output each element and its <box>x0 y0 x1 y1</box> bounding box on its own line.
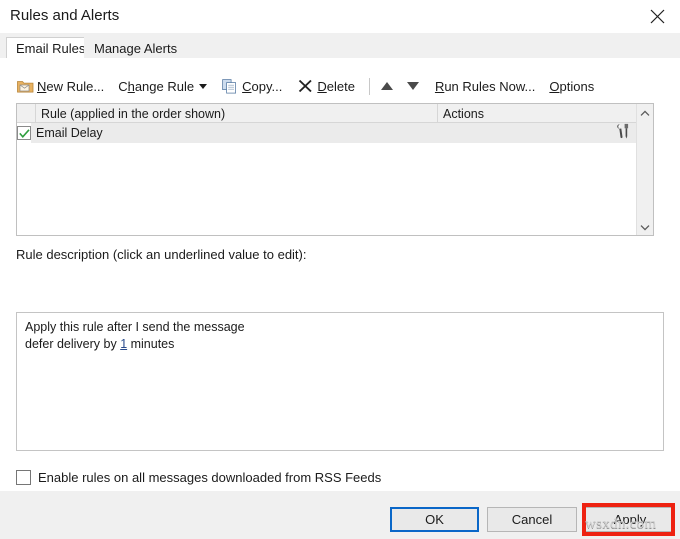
column-header-checkbox <box>17 104 36 123</box>
change-rule-button[interactable]: Change Rule <box>118 74 207 98</box>
close-button[interactable] <box>634 0 680 33</box>
rules-list-body: Email Delay <box>17 123 636 235</box>
copy-button[interactable]: Copy... <box>221 74 282 98</box>
ok-button-label: OK <box>425 512 444 527</box>
rule-description-line-1: Apply this rule after I send the message <box>25 319 655 336</box>
ok-button[interactable]: OK <box>390 507 479 532</box>
run-rules-now-button[interactable]: Run Rules Now... <box>435 74 535 98</box>
rule-name-cell: Email Delay <box>31 126 438 140</box>
window-title: Rules and Alerts <box>10 7 119 24</box>
delete-button[interactable]: Delete <box>296 74 355 98</box>
tab-email-rules[interactable]: Email Rules <box>6 37 95 60</box>
new-rule-button[interactable]: New Rule... <box>16 74 104 98</box>
rule-description-line-2: defer delivery by 1 minutes <box>25 336 655 353</box>
scroll-up-button[interactable] <box>637 104 653 121</box>
rules-toolbar: New Rule... Change Rule Copy... <box>0 72 680 100</box>
change-rule-label: Change Rule <box>118 79 194 94</box>
new-rule-label: New Rule... <box>37 79 104 94</box>
arrow-down-icon <box>407 82 419 90</box>
copy-label: Copy... <box>242 79 282 94</box>
tools-icon <box>615 123 632 143</box>
dialog-footer: OK Cancel Apply <box>0 491 680 539</box>
rule-description-label: Rule description (click an underlined va… <box>16 247 307 262</box>
copy-pages-icon <box>221 78 239 94</box>
checkbox-checked-icon <box>17 126 31 140</box>
options-label: Options <box>549 79 594 94</box>
rules-list-header: Rule (applied in the order shown) Action… <box>17 104 653 123</box>
delete-label: Delete <box>317 79 355 94</box>
tab-manage-alerts[interactable]: Manage Alerts <box>84 37 187 59</box>
scroll-down-button[interactable] <box>637 218 653 235</box>
rule-description-box[interactable]: Apply this rule after I send the message… <box>16 312 664 451</box>
rule-actions-cell <box>438 123 636 143</box>
rules-list-scrollbar[interactable] <box>636 104 653 235</box>
title-bar: Rules and Alerts <box>0 0 680 33</box>
toolbar-separator <box>369 78 370 95</box>
x-icon <box>296 78 314 94</box>
close-icon <box>650 9 665 24</box>
defer-prefix: defer delivery by <box>25 337 120 351</box>
move-up-button[interactable] <box>381 74 393 98</box>
cancel-button[interactable]: Cancel <box>487 507 577 532</box>
checkbox-unchecked-icon[interactable] <box>16 470 31 485</box>
chevron-down-icon <box>199 84 207 89</box>
rules-list[interactable]: Rule (applied in the order shown) Action… <box>16 103 654 236</box>
content-panel: New Rule... Change Rule Copy... <box>0 58 680 492</box>
tab-email-rules-label: Email Rules <box>16 41 85 56</box>
chevron-down-icon <box>640 219 650 234</box>
tab-manage-alerts-label: Manage Alerts <box>94 41 177 56</box>
rule-enabled-checkbox[interactable] <box>17 123 31 143</box>
move-down-button[interactable] <box>407 74 419 98</box>
options-button[interactable]: Options <box>549 74 594 98</box>
run-rules-now-label: Run Rules Now... <box>435 79 535 94</box>
table-row[interactable]: Email Delay <box>17 123 636 143</box>
rss-feeds-label: Enable rules on all messages downloaded … <box>38 470 381 485</box>
column-header-rule[interactable]: Rule (applied in the order shown) <box>36 104 438 123</box>
defer-suffix: minutes <box>127 337 174 351</box>
tab-strip: Email Rules Manage Alerts <box>0 33 680 60</box>
folder-mail-icon <box>16 78 34 94</box>
column-header-actions[interactable]: Actions <box>438 104 636 123</box>
cancel-button-label: Cancel <box>512 512 552 527</box>
rss-feeds-option[interactable]: Enable rules on all messages downloaded … <box>16 468 381 486</box>
arrow-up-icon <box>381 82 393 90</box>
watermark: wsxdn.com <box>585 516 656 533</box>
chevron-up-icon <box>640 105 650 120</box>
